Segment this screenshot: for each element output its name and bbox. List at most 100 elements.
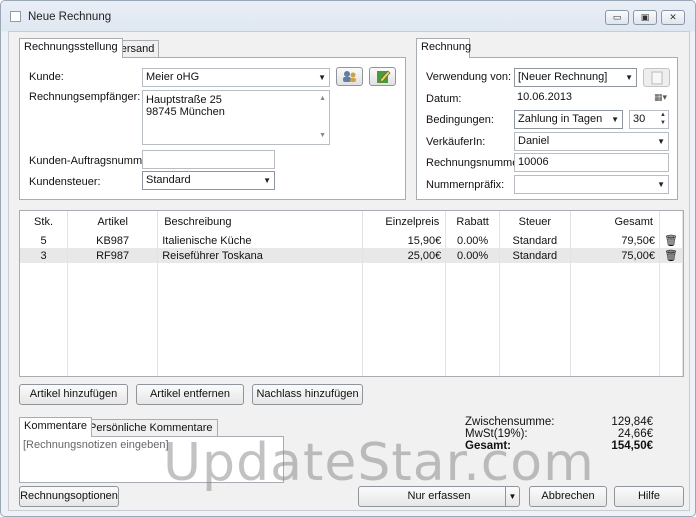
chevron-down-icon: ▼ [625, 73, 633, 82]
auftragsnummer-label: Kunden-Auftragsnummer: [29, 155, 155, 167]
bedingungen-value: Zahlung in Tagen [518, 113, 603, 125]
cell-einzelpreis[interactable]: 15,90€ [362, 233, 447, 248]
trash-icon[interactable]: 🗑 [659, 248, 683, 263]
chevron-down-icon: ▼ [318, 73, 326, 82]
cell-steuer[interactable]: Standard [499, 248, 571, 263]
kundensteuer-label: Kundensteuer: [29, 176, 101, 188]
items-grid: Stk. Artikel Beschreibung Einzelpreis Ra… [20, 211, 683, 376]
minimize-button[interactable]: ▭ [605, 10, 629, 25]
edit-icon [377, 70, 391, 83]
total-value: 154,50€ [611, 440, 653, 452]
document-button[interactable] [643, 68, 670, 87]
cell-beschreibung[interactable]: Italienische Küche [157, 233, 363, 248]
datum-value: 10.06.2013 [517, 91, 573, 103]
col-steuer[interactable]: Steuer [499, 211, 571, 233]
empty-row [20, 263, 683, 278]
cell-steuer[interactable]: Standard [499, 233, 571, 248]
customer-edit-button[interactable] [369, 67, 396, 86]
cell-beschreibung[interactable]: Reiseführer Toskana [157, 248, 363, 263]
subtotal-label: Zwischensumme: [465, 416, 555, 428]
window-title: Neue Rechnung [28, 11, 112, 23]
col-beschreibung[interactable]: Beschreibung [157, 211, 363, 233]
tab-persoenliche-kommentare[interactable]: Persönliche Kommentare [84, 419, 218, 437]
add-item-button[interactable]: Artikel hinzufügen [19, 384, 128, 405]
stepper-arrows-icon[interactable]: ▲ ▼ [660, 111, 666, 127]
chevron-down-icon[interactable]: ▼ [505, 487, 519, 506]
tax-label: MwSt(19%): [465, 428, 528, 440]
scroll-up-icon[interactable]: ▲ [319, 93, 326, 105]
table-row[interactable]: 3 RF987 Reiseführer Toskana 25,00€ 0.00%… [20, 248, 683, 263]
empfaenger-line1: Hauptstraße 25 [146, 94, 222, 106]
tab-rechnungsstellung[interactable]: Rechnungsstellung [19, 38, 123, 58]
bedingungen-days-value: 30 [633, 113, 646, 125]
cell-artikel[interactable]: KB987 [67, 233, 159, 248]
kunde-value: Meier oHG [146, 71, 200, 83]
scroll-down-icon[interactable]: ▼ [319, 130, 326, 142]
verkaeufer-label: VerkäuferIn: [426, 136, 486, 148]
customer-lookup-button[interactable] [336, 67, 363, 86]
empty-row [20, 323, 683, 338]
tax-value: 24,66€ [617, 428, 653, 440]
chevron-down-icon: ▼ [611, 115, 619, 124]
close-button[interactable]: ✕ [661, 10, 685, 25]
col-artikel[interactable]: Artikel [67, 211, 159, 233]
verwendung-label: Verwendung von: [426, 71, 512, 83]
cell-stk[interactable]: 3 [20, 248, 69, 263]
empty-row [20, 338, 683, 353]
cell-rabatt[interactable]: 0.00% [445, 248, 500, 263]
empfaenger-textarea[interactable]: Hauptstraße 25 98745 München ▲ ▼ [142, 90, 330, 145]
auftragsnummer-input[interactable] [142, 150, 275, 169]
praefix-select[interactable]: ▼ [514, 175, 669, 194]
invoice-options-button[interactable]: Rechnungsoptionen [19, 486, 119, 507]
help-button[interactable]: Hilfe [614, 486, 684, 507]
tab-kommentare[interactable]: Kommentare [19, 417, 92, 437]
col-actions [659, 211, 683, 233]
subtotal-value: 129,84€ [611, 416, 653, 428]
rechnungsnummer-label: Rechnungsnummer: [426, 157, 526, 169]
col-einzelpreis[interactable]: Einzelpreis [362, 211, 447, 233]
cell-gesamt: 79,50€ [570, 233, 660, 248]
cancel-button[interactable]: Abbrechen [529, 486, 607, 507]
kunde-select[interactable]: Meier oHG ▼ [142, 68, 330, 87]
verwendung-select[interactable]: [Neuer Rechnung] ▼ [514, 68, 637, 87]
rechnungsnummer-input[interactable]: 10006 [514, 153, 669, 172]
maximize-button[interactable]: ▣ [633, 10, 657, 25]
comment-textarea[interactable]: [Rechnungsnotizen eingeben] [19, 436, 284, 483]
total-label: Gesamt: [465, 440, 512, 452]
items-table: Stk. Artikel Beschreibung Einzelpreis Ra… [19, 210, 684, 377]
calendar-icon[interactable]: ▦▾ [654, 89, 667, 106]
empty-row [20, 308, 683, 323]
window-content: Rechnungsstellung Versand Kunde: Meier o… [8, 31, 690, 511]
col-gesamt[interactable]: Gesamt [570, 211, 660, 233]
cell-artikel[interactable]: RF987 [67, 248, 159, 263]
datum-input[interactable]: 10.06.2013 ▦▾ [514, 89, 669, 108]
chevron-down-icon: ▼ [657, 137, 665, 146]
tab-rechnung[interactable]: Rechnung [416, 38, 471, 58]
bedingungen-select[interactable]: Zahlung in Tagen ▼ [514, 110, 623, 129]
col-stk[interactable]: Stk. [20, 211, 69, 233]
trash-icon[interactable]: 🗑 [659, 233, 683, 248]
cell-einzelpreis[interactable]: 25,00€ [362, 248, 447, 263]
chevron-down-icon: ▼ [657, 180, 665, 189]
verkaeufer-value: Daniel [518, 135, 550, 147]
kundensteuer-select[interactable]: Standard ▼ [142, 171, 275, 190]
verkaeufer-select[interactable]: Daniel ▼ [514, 132, 669, 151]
add-discount-button[interactable]: Nachlass hinzufügen [252, 384, 363, 405]
comment-placeholder: [Rechnungsnotizen eingeben] [23, 439, 169, 451]
app-icon [10, 11, 21, 22]
kundensteuer-value: Standard [146, 174, 191, 186]
save-button-label: Nur erfassen [407, 490, 471, 502]
cell-rabatt[interactable]: 0.00% [445, 233, 500, 248]
datum-label: Datum: [426, 93, 462, 105]
empfaenger-label: Rechnungsempfänger: [29, 91, 141, 103]
table-row[interactable]: 5 KB987 Italienische Küche 15,90€ 0.00% … [20, 233, 683, 248]
remove-item-button[interactable]: Artikel entfernen [136, 384, 244, 405]
col-rabatt[interactable]: Rabatt [445, 211, 500, 233]
bedingungen-days-stepper[interactable]: 30 ▲ ▼ [629, 110, 669, 129]
kunde-label: Kunde: [29, 71, 64, 83]
save-button[interactable]: Nur erfassen ▼ [358, 486, 520, 507]
cell-stk[interactable]: 5 [20, 233, 69, 248]
empty-row [20, 293, 683, 308]
cell-gesamt: 75,00€ [570, 248, 660, 263]
empfaenger-line2: 98745 München [146, 106, 225, 118]
